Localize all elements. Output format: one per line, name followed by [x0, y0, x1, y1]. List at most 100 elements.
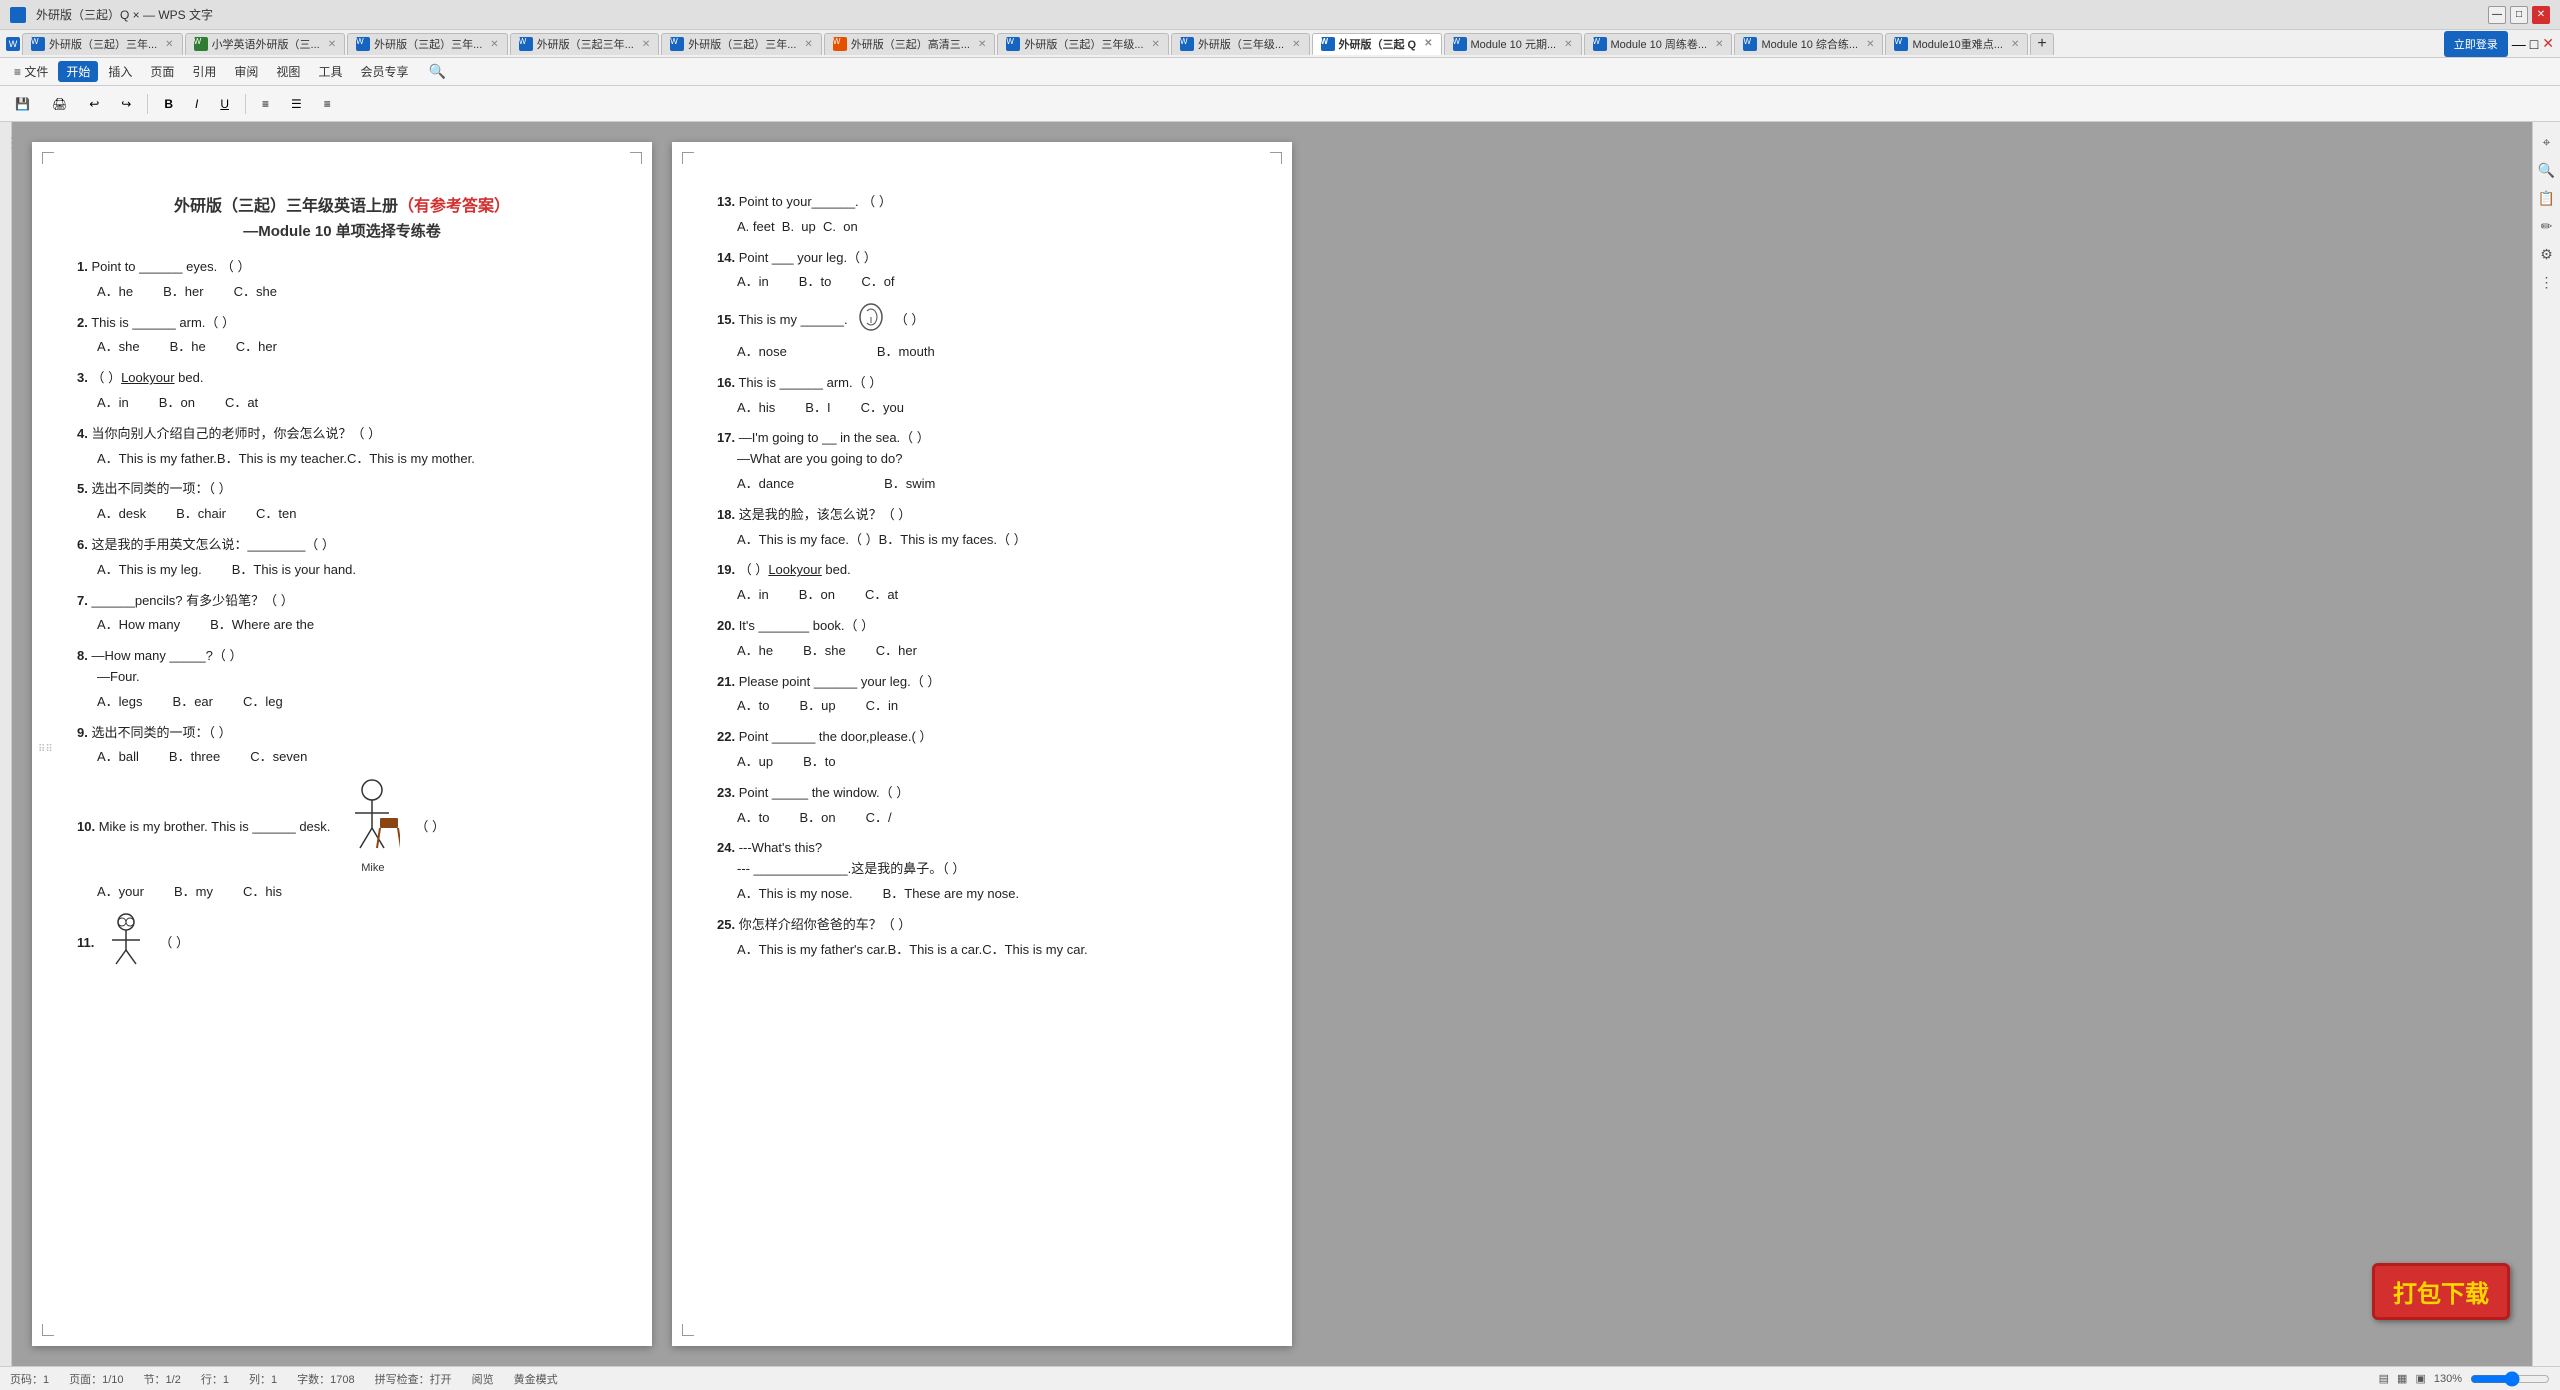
question-20: 20. It's _______ book.（ ） A．he B．she C．h… [717, 616, 1247, 662]
menu-review[interactable]: 审阅 [226, 61, 266, 82]
redo-button[interactable]: ↪ [112, 91, 140, 117]
menu-insert[interactable]: 插入 [100, 61, 140, 82]
minimize-button[interactable]: — [2488, 6, 2506, 24]
minimize-icon[interactable]: — [2512, 36, 2526, 52]
mike-svg [345, 778, 400, 853]
right-sidebar-icon-5[interactable]: ⚙ [2537, 244, 2557, 264]
right-sidebar-icon-2[interactable]: 🔍 [2537, 160, 2557, 180]
question-22: 22. Point ______ the door,please.( ） A．u… [717, 727, 1247, 773]
tab-2-close[interactable]: ✕ [328, 39, 336, 50]
menu-view[interactable]: 视图 [268, 61, 308, 82]
option-3b: B．on [159, 393, 195, 414]
question-2: 2. This is ______ arm.（ ） A．she B．he C．h… [77, 313, 607, 359]
question-8: 8. —How many _____?（ ） —Four. A．legs B．e… [77, 646, 607, 712]
option-6a: A．This is my leg. [97, 560, 202, 581]
corner-bl [42, 1324, 54, 1336]
tab-5[interactable]: W外研版（三起）三年...✕ [661, 33, 822, 55]
question-17: 17. —I'm going to __ in the sea.（ ） —Wha… [717, 428, 1247, 494]
tab-8[interactable]: W外研版（三年级...✕ [1171, 33, 1310, 55]
question-3-options: A．in B．on C．at [97, 393, 607, 414]
print-button[interactable]: 🖨 [43, 91, 76, 117]
status-page: 页码：1 [10, 1371, 49, 1387]
tab-10[interactable]: WModule 10 元期...✕ [1444, 33, 1582, 55]
align-right-button[interactable]: ≡ [315, 91, 340, 117]
question-9-options: A．ball B．three C．seven [97, 747, 607, 768]
tab-4[interactable]: W外研版（三起三年...✕ [510, 33, 660, 55]
menu-bar: ≡ 文件 开始 插入 页面 引用 审阅 视图 工具 会员专享 🔍 [0, 58, 2560, 86]
login-button[interactable]: 立即登录 [2444, 31, 2508, 57]
menu-start[interactable]: 开始 [58, 61, 98, 82]
option-16b: B．I [805, 398, 830, 419]
tab-9[interactable]: W外研版（三起 Q✕ [1312, 33, 1442, 55]
question-5: 5. 选出不同类的一项：（ ） A．desk B．chair C．ten [77, 479, 607, 525]
align-center-button[interactable]: ☰ [282, 91, 311, 117]
question-20-options: A．he B．she C．her [737, 641, 1247, 662]
save-button[interactable]: 💾 [6, 91, 39, 117]
zoom-level: 130% [2434, 1373, 2462, 1385]
option-20b: B．she [803, 641, 846, 662]
close-button[interactable]: ✕ [2532, 6, 2550, 24]
tab-3[interactable]: W外研版（三起）三年...✕ [347, 33, 508, 55]
layout-icon-3[interactable]: ▣ [2415, 1372, 2425, 1385]
tab-7[interactable]: W外研版（三起）三年级...✕ [997, 33, 1169, 55]
question-10-options: A．your B．my C．his [97, 882, 607, 903]
layout-icon-1[interactable]: ▤ [2379, 1372, 2389, 1385]
underline-button[interactable]: U [211, 91, 238, 117]
search-icon[interactable]: 🔍 [428, 63, 445, 80]
menu-page[interactable]: 页面 [142, 61, 182, 82]
toolbar-separator-1 [147, 94, 148, 114]
corner-tr [630, 152, 642, 164]
tab-12-icon: W [1743, 37, 1757, 51]
tab-12[interactable]: WModule 10 综合练...✕ [1734, 33, 1883, 55]
italic-button[interactable]: I [186, 91, 207, 117]
tab-3-close[interactable]: ✕ [490, 39, 498, 50]
tab-5-icon: W [670, 37, 684, 51]
tab-9-close[interactable]: ✕ [1424, 38, 1432, 49]
option-22a: A．up [737, 752, 773, 773]
menu-file[interactable]: ≡ 文件 [6, 61, 56, 82]
fullscreen-icon[interactable]: □ [2530, 36, 2538, 52]
tab-2[interactable]: W小学英语外研版（三...✕ [185, 33, 346, 55]
tab-12-close[interactable]: ✕ [1866, 39, 1874, 50]
right-sidebar-icon-6[interactable]: ⋮ [2537, 272, 2557, 292]
menu-vip[interactable]: 会员专享 [352, 61, 416, 82]
tab-1[interactable]: W外研版（三起）三年...✕ [22, 33, 183, 55]
option-24b: B．These are my nose. [883, 884, 1020, 905]
right-sidebar-icon-1[interactable]: ⌖ [2537, 132, 2557, 152]
undo-button[interactable]: ↩ [80, 91, 108, 117]
question-9: 9. 选出不同类的一项：（ ） A．ball B．three C．seven [77, 723, 607, 769]
tab-8-close[interactable]: ✕ [1292, 39, 1300, 50]
status-col: 列：1 [249, 1371, 277, 1387]
tab-11[interactable]: WModule 10 周练卷...✕ [1584, 33, 1733, 55]
tab-11-close[interactable]: ✕ [1715, 39, 1723, 50]
close-icon[interactable]: ✕ [2542, 35, 2554, 52]
option-8b: B．ear [173, 692, 213, 713]
question-8-options: A．legs B．ear C．leg [97, 692, 607, 713]
left-panel: ⋮⋮ [0, 122, 12, 1366]
menu-reference[interactable]: 引用 [184, 61, 224, 82]
right-sidebar-icon-3[interactable]: 📋 [2537, 188, 2557, 208]
layout-icon-2[interactable]: ▦ [2397, 1372, 2407, 1385]
restore-button[interactable]: □ [2510, 6, 2528, 24]
tab-7-close[interactable]: ✕ [1152, 39, 1160, 50]
right-sidebar-icon-4[interactable]: ✏ [2537, 216, 2557, 236]
tab-4-close[interactable]: ✕ [642, 39, 650, 50]
tab-5-close[interactable]: ✕ [804, 39, 812, 50]
bold-button[interactable]: B [155, 91, 182, 117]
tab-1-close[interactable]: ✕ [165, 39, 173, 50]
zoom-slider[interactable] [2470, 1371, 2550, 1387]
tab-13[interactable]: WModule10重难点...✕ [1885, 33, 2028, 55]
drag-handle[interactable]: ⠿⠿ [38, 744, 53, 755]
tab-13-close[interactable]: ✕ [2011, 39, 2019, 50]
download-badge[interactable]: 打包下载 [2372, 1263, 2510, 1320]
status-spellcheck: 拼写检查：打开 [375, 1371, 452, 1387]
option-9c: C．seven [250, 747, 307, 768]
new-tab-button[interactable]: + [2030, 33, 2053, 55]
option-19c: C．at [865, 585, 898, 606]
menu-tools[interactable]: 工具 [310, 61, 350, 82]
tab-10-close[interactable]: ✕ [1564, 39, 1572, 50]
tab-6-close[interactable]: ✕ [978, 39, 986, 50]
align-left-button[interactable]: ≡ [253, 91, 278, 117]
tab-6[interactable]: W外研版（三起）高清三...✕ [824, 33, 996, 55]
tab-13-icon: W [1894, 37, 1908, 51]
